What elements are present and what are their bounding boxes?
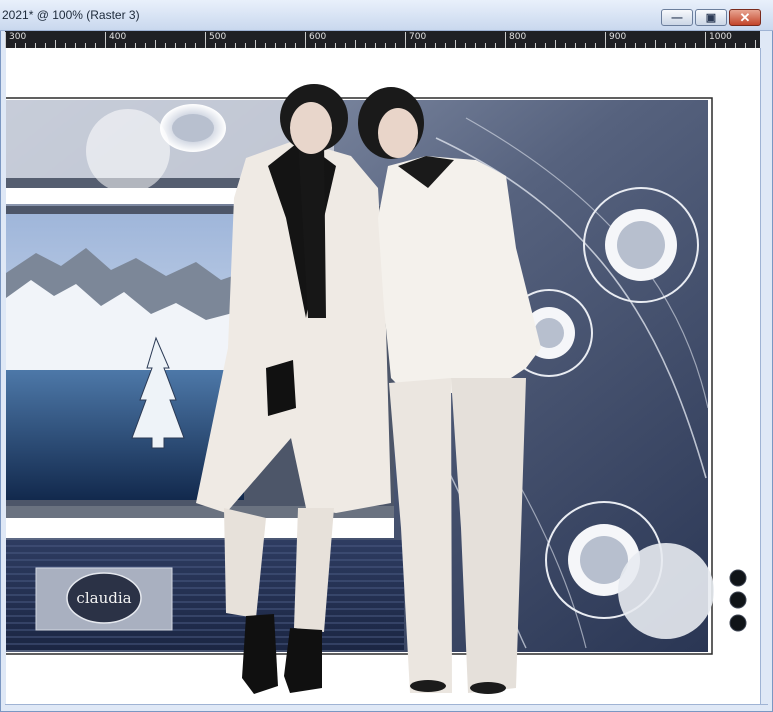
left-face (290, 102, 332, 154)
left-boot-1 (242, 614, 278, 694)
ruler-label-800: 800 (509, 32, 527, 42)
horizontal-scrollbar[interactable] (5, 704, 768, 711)
ruler-tick (705, 32, 706, 48)
right-face (378, 108, 418, 158)
landscape-gap (6, 518, 394, 538)
ruler-tick (255, 40, 256, 48)
ruler-tick (655, 40, 656, 48)
ruler-tick (605, 32, 606, 48)
left-bag (266, 360, 296, 416)
close-icon: ✕ (739, 9, 751, 25)
ruler-tick (405, 32, 406, 48)
window-titlebar[interactable]: 2021* @ 100% (Raster 3) — ▣ ✕ (0, 0, 773, 31)
minimize-icon: — (671, 11, 683, 24)
ruler-tick (305, 32, 306, 48)
dot-2 (729, 591, 747, 609)
ruler-tick (205, 32, 206, 48)
ruler-tick (355, 40, 356, 48)
artwork: claudia (6, 84, 747, 694)
ruler-tick (455, 40, 456, 48)
ruler-tick (105, 32, 106, 48)
right-shoe-2 (470, 682, 506, 694)
ruler-tick (5, 32, 6, 48)
ruler-label-1000: 1000 (709, 32, 732, 42)
ruler-label-700: 700 (409, 32, 427, 42)
vertical-scrollbar[interactable] (760, 48, 769, 704)
ruler-label-500: 500 (209, 32, 227, 42)
dot-1 (729, 569, 747, 587)
maximize-icon: ▣ (705, 12, 717, 24)
ruler-tick (555, 40, 556, 48)
minimize-button[interactable]: — (661, 9, 693, 26)
ring-large-inner (617, 221, 665, 269)
horizontal-ruler: 300 400 500 600 700 800 900 1000 (5, 31, 760, 48)
ruler-tick (505, 32, 506, 48)
close-button[interactable]: ✕ (729, 9, 761, 26)
watermark-text: claudia (76, 589, 131, 607)
dot-3 (729, 614, 747, 632)
image-canvas[interactable]: claudia (6, 48, 760, 704)
ruler-tick (755, 40, 756, 48)
maximize-button[interactable]: ▣ (695, 9, 727, 26)
ruler-label-600: 600 (309, 32, 327, 42)
ruler-tick (55, 40, 56, 48)
top-glow (86, 109, 170, 193)
window-title: 2021* @ 100% (Raster 3) (2, 8, 140, 22)
ruler-tick (155, 40, 156, 48)
right-shoe-1 (410, 680, 446, 692)
ruler-label-900: 900 (609, 32, 627, 42)
glow-bottom-right (618, 543, 714, 639)
ruler-label-400: 400 (109, 32, 127, 42)
ruler-label-300: 300 (9, 32, 27, 42)
top-ring-inner (172, 114, 214, 142)
left-boot-2 (284, 628, 322, 693)
